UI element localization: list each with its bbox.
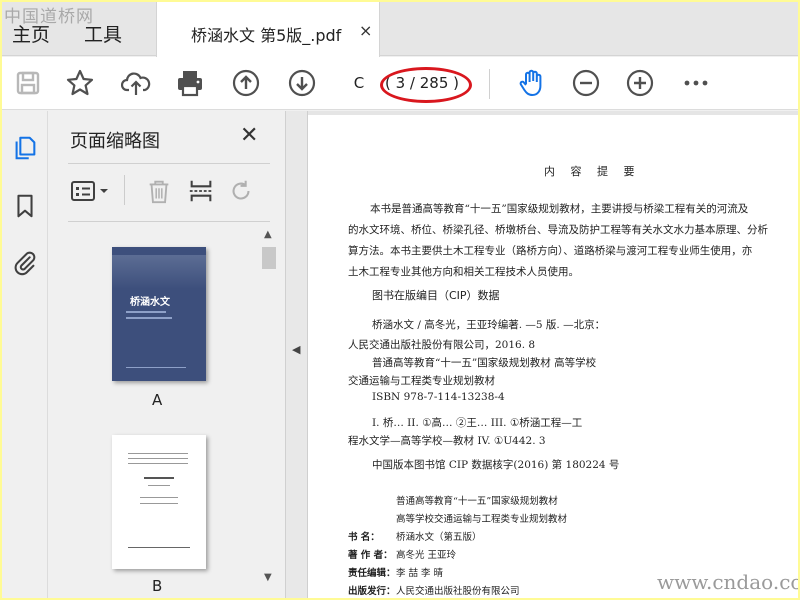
page-label: A	[152, 391, 163, 409]
page-heading: 内 容 提 要	[544, 165, 641, 178]
watermark-top: 中国道桥网	[4, 7, 94, 27]
document-viewport[interactable]: 内 容 提 要 本书是普通高等教育“十一五”国家级规划教材，主要讲授与桥梁工程有…	[308, 111, 798, 598]
series-line: 高等学校交通运输与工程类专业规划教材	[396, 514, 568, 525]
thumbnail-text-line	[144, 477, 174, 479]
summary-line: 土木工程专业其他方向和相关工程技术人员使用。	[348, 266, 579, 278]
summary-line: 的水文环境、桥位、桥梁孔径、桥墩桥台、导流及防护工程等有关水文水力基本原理、分析	[348, 224, 768, 236]
panel-close-icon[interactable]: ✕	[240, 123, 258, 148]
tab-close-icon[interactable]: ×	[359, 21, 372, 40]
thumbnail-text-line	[128, 463, 188, 464]
meta-value: 高冬光 王亚玲	[396, 550, 457, 561]
panel-divider	[68, 163, 270, 164]
tab-document[interactable]: 桥涵水文 第5版_.pdf ×	[156, 2, 380, 57]
previous-page-icon[interactable]	[230, 67, 262, 99]
bookmark-star-icon[interactable]	[64, 67, 96, 99]
panel-splitter[interactable]: ◀	[286, 111, 308, 598]
tab-bar: 主页 工具 桥涵水文 第5版_.pdf ×	[2, 2, 798, 57]
cloud-upload-icon[interactable]	[120, 67, 152, 99]
tab-document-title: 桥涵水文 第5版_.pdf	[191, 26, 342, 45]
cip-line: 人民交通出版社股份有限公司，2016. 8	[348, 339, 536, 351]
cip-line: I. 桥… II. ①高… ②王… III. ①桥涵工程—工	[372, 417, 583, 429]
attachments-icon[interactable]	[10, 247, 40, 277]
cover-publisher-line	[126, 367, 186, 368]
thumbnail-scrollbar[interactable]: ▲ ▼	[260, 227, 278, 585]
cover-image	[112, 255, 206, 289]
cover-text-line	[126, 317, 172, 319]
meta-value: 人民交通出版社股份有限公司	[396, 586, 520, 597]
navigation-rail	[2, 111, 48, 598]
meta-label: 著 作 者：	[348, 550, 393, 561]
summary-line: 本书是普通高等教育“十一五”国家级规划教材，主要讲授与桥梁工程有关的河流及	[370, 203, 749, 215]
thumbnail-text-line	[148, 485, 170, 486]
cover-text-line	[126, 311, 166, 313]
toolbar: C ( 3 / 285 )	[2, 57, 798, 110]
thumbnail-options-menu[interactable]	[70, 175, 116, 207]
page-thumbnails-icon[interactable]	[10, 133, 40, 163]
cip-line: ISBN 978-7-114-13238-4	[372, 391, 505, 403]
panel-toolbar-divider	[124, 175, 125, 205]
page-label: B	[152, 577, 163, 595]
toolbar-divider	[489, 69, 490, 99]
watermark-bottom: www.cndao.com	[657, 570, 798, 594]
thumbnail-text-line	[128, 547, 190, 548]
thumbnail-panel: 页面缩略图 ✕ 桥涵水文 A B ▲ ▼	[48, 111, 286, 598]
thumbnail-text-line	[140, 497, 178, 498]
series-line: 普通高等教育“十一五”国家级规划教材	[396, 496, 558, 507]
next-page-icon[interactable]	[286, 67, 318, 99]
rotate-page-icon[interactable]	[226, 175, 256, 207]
save-icon[interactable]	[12, 67, 44, 99]
cip-line: 中国版本图书馆 CIP 数据核字(2016) 第 180224 号	[372, 459, 620, 471]
meta-label: 出版发行：	[348, 586, 396, 597]
collapse-panel-icon[interactable]: ◀	[292, 343, 300, 356]
panel-divider	[68, 221, 270, 222]
cip-heading: 图书在版编目（CIP）数据	[372, 289, 500, 302]
thumbnail-text-line	[128, 458, 188, 459]
page-thumbnail[interactable]: 桥涵水文	[112, 247, 206, 381]
cip-line: 交通运输与工程类专业规划教材	[348, 375, 495, 387]
page-number-input[interactable]: C	[342, 70, 376, 96]
meta-value: 李 喆 李 晴	[396, 568, 444, 579]
thumbnail-text-line	[140, 503, 178, 504]
page-thumbnail[interactable]	[112, 435, 206, 569]
insert-page-icon[interactable]	[186, 175, 216, 207]
bookmarks-icon[interactable]	[10, 191, 40, 221]
meta-label: 责任编辑：	[348, 568, 396, 579]
hand-tool-icon[interactable]	[516, 67, 548, 99]
panel-title: 页面缩略图	[70, 131, 160, 152]
cip-line: 程水文学—高等学校—教材 IV. ①U442. 3	[348, 435, 546, 447]
scroll-up-icon[interactable]: ▲	[264, 229, 272, 240]
scrollbar-thumb[interactable]	[262, 247, 276, 269]
page-annotation-circle	[380, 67, 472, 103]
more-options-icon[interactable]	[680, 67, 712, 99]
meta-value: 桥涵水文（第五版）	[396, 532, 482, 543]
scroll-down-icon[interactable]: ▼	[264, 572, 272, 583]
summary-line: 算方法。本书主要供土木工程专业（路桥方向）、道路桥梁与渡河工程专业师生使用，亦	[348, 245, 753, 257]
delete-page-icon[interactable]	[144, 175, 174, 207]
cip-line: 桥涵水文 / 高冬光，王亚玲编著. —5 版. —北京：	[372, 319, 606, 331]
cip-line: 普通高等教育“十一五”国家级规划教材 高等学校	[372, 357, 597, 369]
meta-label: 书 名：	[348, 532, 380, 543]
document-page: 内 容 提 要 本书是普通高等教育“十一五”国家级规划教材，主要讲授与桥梁工程有…	[308, 115, 798, 598]
app-window: 主页 工具 桥涵水文 第5版_.pdf × 中国道桥网 C ( 3 / 285 …	[2, 2, 798, 598]
zoom-out-icon[interactable]	[570, 67, 602, 99]
cover-title: 桥涵水文	[130, 297, 170, 308]
zoom-in-icon[interactable]	[624, 67, 656, 99]
thumbnail-text-line	[128, 453, 188, 454]
print-icon[interactable]	[174, 67, 206, 99]
